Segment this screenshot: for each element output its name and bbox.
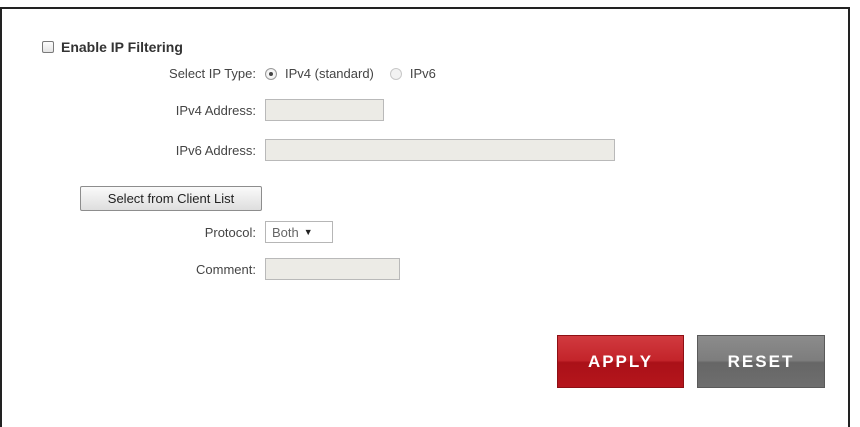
ipv6-address-input[interactable]	[265, 139, 615, 161]
protocol-label: Protocol:	[204, 224, 256, 240]
ipv4-address-row: IPv4 Address:	[2, 99, 384, 121]
enable-ip-filtering-label: Enable IP Filtering	[61, 39, 183, 55]
comment-input[interactable]	[265, 258, 400, 280]
ipv4-radio[interactable]	[265, 67, 277, 80]
ip-filter-panel: Enable IP Filtering Select IP Type: IPv4…	[0, 7, 850, 427]
enable-ip-filtering-checkbox[interactable]	[42, 41, 54, 53]
comment-row: Comment:	[2, 258, 400, 280]
enable-ip-filtering-row: Enable IP Filtering	[42, 39, 183, 55]
select-from-client-list-button[interactable]: Select from Client List	[80, 186, 262, 211]
ipv6-address-row: IPv6 Address:	[2, 139, 615, 161]
ipv6-radio-label: IPv6	[409, 66, 436, 81]
comment-label: Comment:	[196, 261, 256, 277]
ipv6-radio[interactable]	[389, 67, 402, 80]
ip-type-label: Select IP Type:	[169, 66, 256, 81]
reset-button[interactable]: RESET	[697, 335, 825, 388]
protocol-value: Both	[272, 224, 299, 240]
apply-button[interactable]: APPLY	[557, 335, 684, 388]
ipv6-address-label: IPv6 Address:	[175, 142, 256, 158]
protocol-row: Protocol: Both ▼	[2, 221, 333, 243]
ipv4-radio-label: IPv4 (standard)	[285, 66, 374, 81]
protocol-select[interactable]: Both ▼	[265, 221, 333, 243]
ipv4-address-label: IPv4 Address:	[175, 102, 256, 118]
ip-type-row: Select IP Type: IPv4 (standard) IPv6	[2, 66, 436, 81]
chevron-down-icon: ▼	[303, 227, 313, 237]
ipv4-address-input[interactable]	[265, 99, 384, 121]
